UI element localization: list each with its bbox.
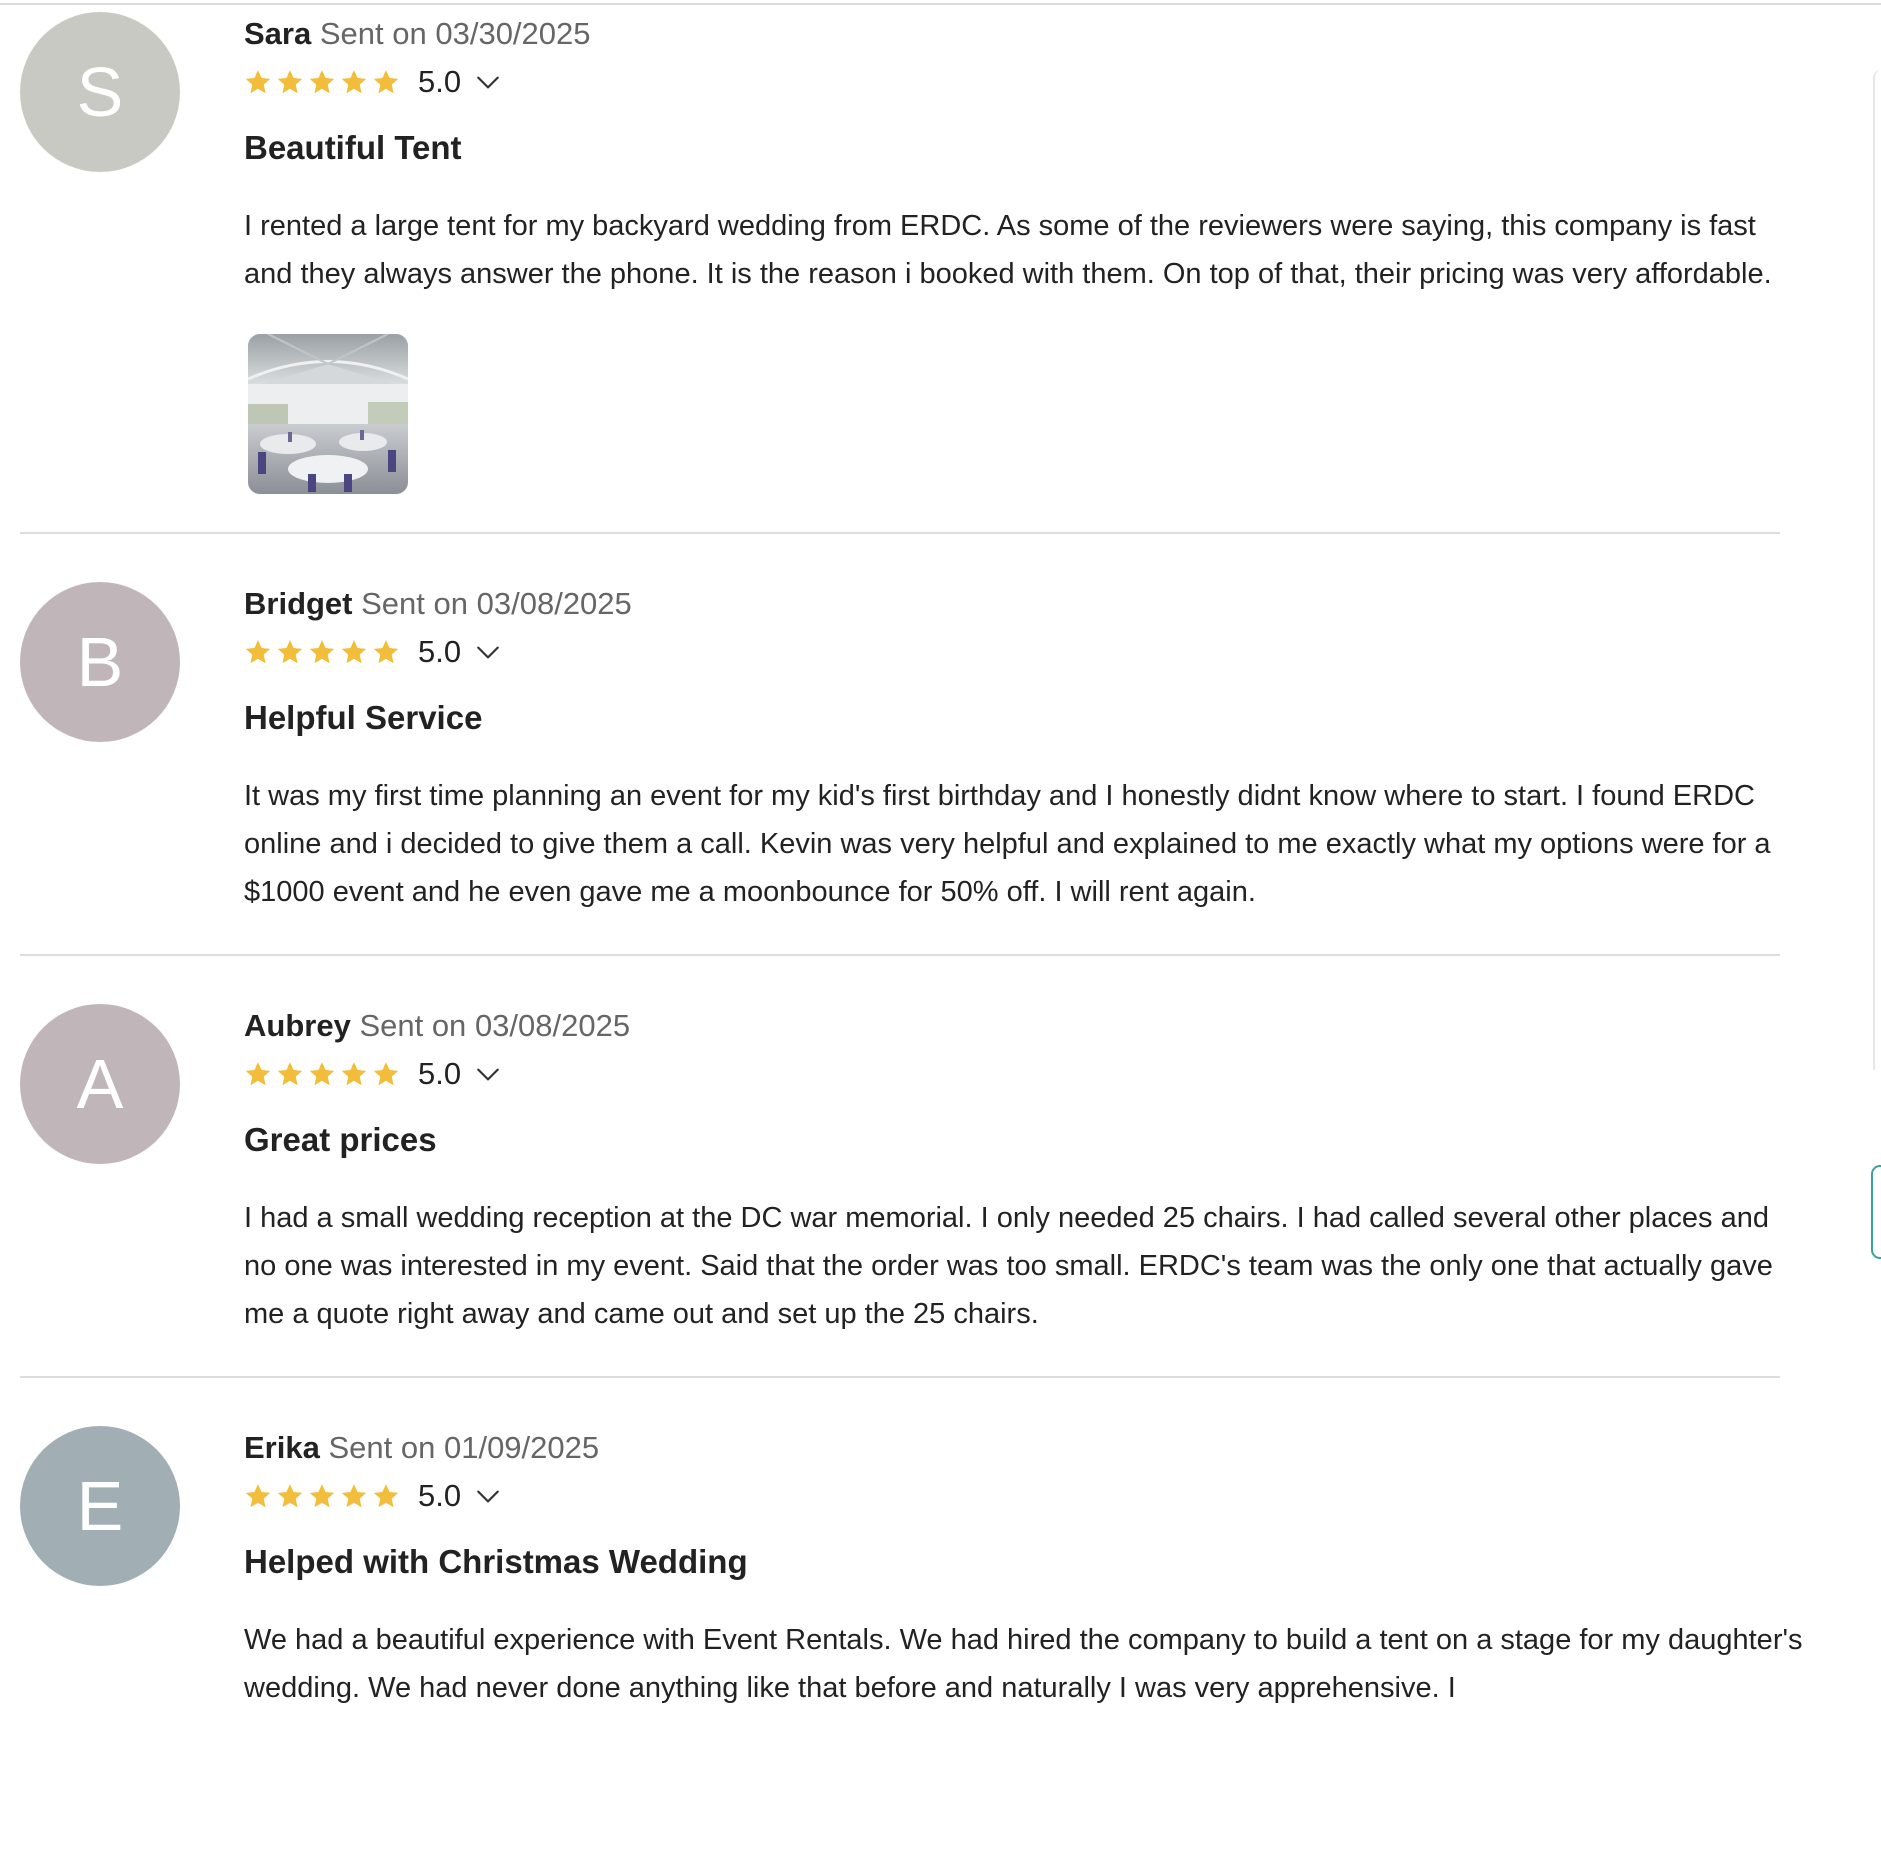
review-photo-thumbnail[interactable] (248, 334, 408, 494)
review-content: Bridget Sent on 03/08/2025 5.0 Helpful S… (244, 582, 1780, 916)
review-body: It was my first time planning an event f… (244, 780, 1771, 908)
review-content: Sara Sent on 03/30/2025 5.0 Beautiful Te… (244, 12, 1780, 494)
review-header: Sara Sent on 03/30/2025 (244, 12, 1780, 56)
side-panel-edge (1873, 70, 1881, 1070)
rating-value: 5.0 (418, 1056, 462, 1091)
star-icon (245, 640, 271, 664)
review-body: We had a beautiful experience with Event… (244, 1624, 1803, 1704)
sent-label: Sent on (359, 1008, 467, 1043)
rating-value: 5.0 (418, 64, 462, 99)
star-rating (244, 1482, 400, 1510)
star-icon (309, 1062, 335, 1086)
review-title: Helpful Service (244, 699, 483, 736)
rating-value: 5.0 (418, 634, 462, 669)
sent-label: Sent on (361, 586, 468, 621)
review-title: Beautiful Tent (244, 129, 462, 166)
avatar: B (20, 582, 180, 742)
rating-row: 5.0 (244, 58, 1780, 106)
rating-value: 5.0 (418, 1478, 462, 1513)
rating-row: 5.0 (244, 1472, 1780, 1520)
star-rating (244, 638, 400, 666)
star-icon (373, 1062, 399, 1086)
star-rating (244, 68, 400, 96)
star-icon (245, 1484, 271, 1508)
star-icon (373, 1484, 399, 1508)
star-icon (277, 1062, 303, 1086)
star-rating (244, 1060, 400, 1088)
review-header: Erika Sent on 01/09/2025 (244, 1426, 1780, 1470)
review-item: B Bridget Sent on 03/08/2025 5.0 Helpful… (20, 582, 1780, 956)
reviewer-name: Erika (244, 1430, 320, 1465)
star-icon (277, 640, 303, 664)
sent-label: Sent on (328, 1430, 436, 1465)
star-icon (341, 1484, 367, 1508)
review-title: Great prices (244, 1121, 437, 1158)
tent-photo-image (248, 334, 408, 494)
review-header: Aubrey Sent on 03/08/2025 (244, 1004, 1780, 1048)
chevron-down-icon[interactable] (475, 1483, 501, 1509)
star-icon (309, 1484, 335, 1508)
avatar: E (20, 1426, 180, 1586)
star-icon (277, 70, 303, 94)
side-panel-tab[interactable] (1871, 1165, 1881, 1259)
rating-row: 5.0 (244, 1050, 1780, 1098)
star-icon (309, 640, 335, 664)
review-content: Erika Sent on 01/09/2025 5.0 Helped with… (244, 1426, 1803, 1712)
top-divider (0, 3, 1881, 5)
star-icon (373, 70, 399, 94)
reviews-page: S Sara Sent on 03/30/2025 5.0 Beautiful … (0, 0, 1881, 1850)
star-icon (373, 640, 399, 664)
star-icon (341, 70, 367, 94)
chevron-down-icon[interactable] (475, 639, 501, 665)
chevron-down-icon[interactable] (475, 1061, 501, 1087)
reviewer-name: Aubrey (244, 1008, 351, 1043)
review-header: Bridget Sent on 03/08/2025 (244, 582, 1780, 626)
review-body: I rented a large tent for my backyard we… (244, 210, 1772, 290)
chevron-down-icon[interactable] (475, 69, 501, 95)
sent-date: 03/30/2025 (435, 16, 591, 51)
review-body: I had a small wedding reception at the D… (244, 1202, 1773, 1330)
sent-date: 03/08/2025 (474, 1008, 631, 1043)
sent-date: 03/08/2025 (476, 586, 632, 621)
reviewer-name: Sara (244, 16, 312, 51)
avatar: A (20, 1004, 180, 1164)
review-item: E Erika Sent on 01/09/2025 5.0 Helped wi… (20, 1426, 1803, 1750)
star-icon (309, 70, 335, 94)
star-icon (245, 1062, 271, 1086)
reviewer-name: Bridget (244, 586, 353, 621)
sent-label: Sent on (319, 16, 427, 51)
star-icon (341, 640, 367, 664)
review-title: Helped with Christmas Wedding (244, 1543, 748, 1580)
star-icon (277, 1484, 303, 1508)
sent-date: 01/09/2025 (443, 1430, 600, 1465)
review-list: S Sara Sent on 03/30/2025 5.0 Beautiful … (20, 12, 1803, 1798)
review-content: Aubrey Sent on 03/08/2025 5.0 Great pric… (244, 1004, 1780, 1338)
star-icon (245, 70, 271, 94)
avatar: S (20, 12, 180, 172)
review-item: S Sara Sent on 03/30/2025 5.0 Beautiful … (20, 12, 1780, 534)
review-item: A Aubrey Sent on 03/08/2025 5.0 Great pr… (20, 1004, 1780, 1378)
star-icon (341, 1062, 367, 1086)
rating-row: 5.0 (244, 628, 1780, 676)
